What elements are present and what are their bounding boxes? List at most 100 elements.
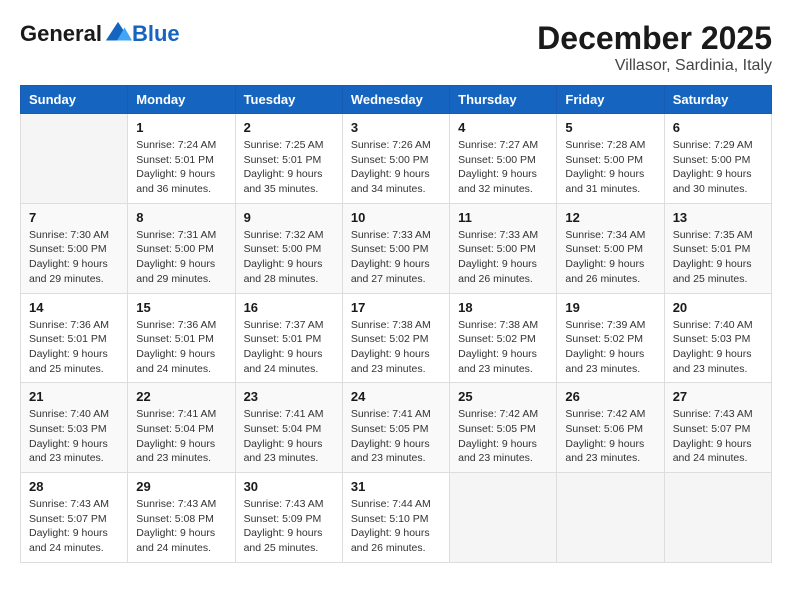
day-info: Sunrise: 7:37 AMSunset: 5:01 PMDaylight:… — [244, 318, 334, 377]
day-number: 21 — [29, 389, 119, 404]
calendar-header-thursday: Thursday — [450, 86, 557, 114]
calendar-week-row: 28 Sunrise: 7:43 AMSunset: 5:07 PMDayligh… — [21, 473, 772, 563]
page-header: General Blue December 2025 Villasor, Sar… — [20, 20, 772, 75]
day-info: Sunrise: 7:28 AMSunset: 5:00 PMDaylight:… — [565, 138, 655, 197]
logo-blue-text: Blue — [132, 21, 180, 47]
calendar-cell: 26 Sunrise: 7:42 AMSunset: 5:06 PMDayligh… — [557, 383, 664, 473]
calendar-cell: 22 Sunrise: 7:41 AMSunset: 5:04 PMDayligh… — [128, 383, 235, 473]
day-number: 26 — [565, 389, 655, 404]
day-number: 25 — [458, 389, 548, 404]
day-info: Sunrise: 7:42 AMSunset: 5:05 PMDaylight:… — [458, 407, 548, 466]
day-info: Sunrise: 7:36 AMSunset: 5:01 PMDaylight:… — [29, 318, 119, 377]
day-info: Sunrise: 7:33 AMSunset: 5:00 PMDaylight:… — [351, 228, 441, 287]
calendar-cell: 6 Sunrise: 7:29 AMSunset: 5:00 PMDaylight… — [664, 114, 771, 204]
day-info: Sunrise: 7:32 AMSunset: 5:00 PMDaylight:… — [244, 228, 334, 287]
calendar-cell: 8 Sunrise: 7:31 AMSunset: 5:00 PMDaylight… — [128, 203, 235, 293]
day-number: 23 — [244, 389, 334, 404]
day-number: 18 — [458, 300, 548, 315]
day-number: 14 — [29, 300, 119, 315]
day-info: Sunrise: 7:26 AMSunset: 5:00 PMDaylight:… — [351, 138, 441, 197]
day-number: 4 — [458, 120, 548, 135]
day-number: 30 — [244, 479, 334, 494]
day-info: Sunrise: 7:41 AMSunset: 5:05 PMDaylight:… — [351, 407, 441, 466]
logo-icon — [104, 20, 132, 48]
day-info: Sunrise: 7:30 AMSunset: 5:00 PMDaylight:… — [29, 228, 119, 287]
day-info: Sunrise: 7:43 AMSunset: 5:08 PMDaylight:… — [136, 497, 226, 556]
calendar-header-sunday: Sunday — [21, 86, 128, 114]
calendar-week-row: 7 Sunrise: 7:30 AMSunset: 5:00 PMDaylight… — [21, 203, 772, 293]
day-number: 22 — [136, 389, 226, 404]
day-info: Sunrise: 7:38 AMSunset: 5:02 PMDaylight:… — [458, 318, 548, 377]
day-number: 8 — [136, 210, 226, 225]
calendar-cell: 16 Sunrise: 7:37 AMSunset: 5:01 PMDayligh… — [235, 293, 342, 383]
day-info: Sunrise: 7:35 AMSunset: 5:01 PMDaylight:… — [673, 228, 763, 287]
calendar-cell: 28 Sunrise: 7:43 AMSunset: 5:07 PMDayligh… — [21, 473, 128, 563]
day-info: Sunrise: 7:40 AMSunset: 5:03 PMDaylight:… — [673, 318, 763, 377]
day-info: Sunrise: 7:41 AMSunset: 5:04 PMDaylight:… — [136, 407, 226, 466]
day-number: 13 — [673, 210, 763, 225]
calendar-header-row: SundayMondayTuesdayWednesdayThursdayFrid… — [21, 86, 772, 114]
calendar-header-tuesday: Tuesday — [235, 86, 342, 114]
calendar-cell: 29 Sunrise: 7:43 AMSunset: 5:08 PMDayligh… — [128, 473, 235, 563]
day-number: 10 — [351, 210, 441, 225]
day-info: Sunrise: 7:34 AMSunset: 5:00 PMDaylight:… — [565, 228, 655, 287]
day-number: 20 — [673, 300, 763, 315]
day-info: Sunrise: 7:24 AMSunset: 5:01 PMDaylight:… — [136, 138, 226, 197]
calendar-cell: 24 Sunrise: 7:41 AMSunset: 5:05 PMDayligh… — [342, 383, 449, 473]
calendar-cell: 17Sunrise: 7:38 AMSunset: 5:02 PMDayligh… — [342, 293, 449, 383]
calendar-cell: 5 Sunrise: 7:28 AMSunset: 5:00 PMDaylight… — [557, 114, 664, 204]
calendar-cell: 11Sunrise: 7:33 AMSunset: 5:00 PMDayligh… — [450, 203, 557, 293]
calendar-cell: 20 Sunrise: 7:40 AMSunset: 5:03 PMDayligh… — [664, 293, 771, 383]
calendar-cell: 27 Sunrise: 7:43 AMSunset: 5:07 PMDayligh… — [664, 383, 771, 473]
day-info: Sunrise: 7:41 AMSunset: 5:04 PMDaylight:… — [244, 407, 334, 466]
day-info: Sunrise: 7:27 AMSunset: 5:00 PMDaylight:… — [458, 138, 548, 197]
day-number: 3 — [351, 120, 441, 135]
calendar-table: SundayMondayTuesdayWednesdayThursdayFrid… — [20, 85, 772, 563]
day-info: Sunrise: 7:36 AMSunset: 5:01 PMDaylight:… — [136, 318, 226, 377]
calendar-cell: 13 Sunrise: 7:35 AMSunset: 5:01 PMDayligh… — [664, 203, 771, 293]
calendar-cell: 3 Sunrise: 7:26 AMSunset: 5:00 PMDaylight… — [342, 114, 449, 204]
calendar-cell — [450, 473, 557, 563]
calendar-cell: 9 Sunrise: 7:32 AMSunset: 5:00 PMDaylight… — [235, 203, 342, 293]
day-number: 29 — [136, 479, 226, 494]
calendar-header-saturday: Saturday — [664, 86, 771, 114]
day-number: 31 — [351, 479, 441, 494]
day-info: Sunrise: 7:43 AMSunset: 5:07 PMDaylight:… — [673, 407, 763, 466]
day-number: 16 — [244, 300, 334, 315]
calendar-cell: 21Sunrise: 7:40 AMSunset: 5:03 PMDayligh… — [21, 383, 128, 473]
day-number: 7 — [29, 210, 119, 225]
calendar-cell: 19Sunrise: 7:39 AMSunset: 5:02 PMDayligh… — [557, 293, 664, 383]
calendar-cell: 12 Sunrise: 7:34 AMSunset: 5:00 PMDayligh… — [557, 203, 664, 293]
day-number: 1 — [136, 120, 226, 135]
calendar-cell — [664, 473, 771, 563]
day-info: Sunrise: 7:43 AMSunset: 5:07 PMDaylight:… — [29, 497, 119, 556]
calendar-header-wednesday: Wednesday — [342, 86, 449, 114]
day-number: 2 — [244, 120, 334, 135]
day-number: 24 — [351, 389, 441, 404]
calendar-cell: 15Sunrise: 7:36 AMSunset: 5:01 PMDayligh… — [128, 293, 235, 383]
calendar-cell: 30Sunrise: 7:43 AMSunset: 5:09 PMDayligh… — [235, 473, 342, 563]
day-number: 11 — [458, 210, 548, 225]
day-number: 12 — [565, 210, 655, 225]
logo-general-text: General — [20, 21, 102, 47]
day-number: 5 — [565, 120, 655, 135]
day-number: 17 — [351, 300, 441, 315]
calendar-cell: 7 Sunrise: 7:30 AMSunset: 5:00 PMDaylight… — [21, 203, 128, 293]
day-info: Sunrise: 7:25 AMSunset: 5:01 PMDaylight:… — [244, 138, 334, 197]
day-info: Sunrise: 7:29 AMSunset: 5:00 PMDaylight:… — [673, 138, 763, 197]
calendar-cell: 18 Sunrise: 7:38 AMSunset: 5:02 PMDayligh… — [450, 293, 557, 383]
title-block: December 2025 Villasor, Sardinia, Italy — [537, 20, 772, 75]
calendar-cell: 1 Sunrise: 7:24 AMSunset: 5:01 PMDaylight… — [128, 114, 235, 204]
calendar-cell: 10 Sunrise: 7:33 AMSunset: 5:00 PMDayligh… — [342, 203, 449, 293]
day-number: 28 — [29, 479, 119, 494]
calendar-cell: 25 Sunrise: 7:42 AMSunset: 5:05 PMDayligh… — [450, 383, 557, 473]
day-number: 9 — [244, 210, 334, 225]
day-number: 6 — [673, 120, 763, 135]
calendar-cell: 23 Sunrise: 7:41 AMSunset: 5:04 PMDayligh… — [235, 383, 342, 473]
day-info: Sunrise: 7:42 AMSunset: 5:06 PMDaylight:… — [565, 407, 655, 466]
day-info: Sunrise: 7:31 AMSunset: 5:00 PMDaylight:… — [136, 228, 226, 287]
month-title: December 2025 — [537, 20, 772, 57]
day-number: 27 — [673, 389, 763, 404]
day-info: Sunrise: 7:44 AMSunset: 5:10 PMDaylight:… — [351, 497, 441, 556]
calendar-cell: 14 Sunrise: 7:36 AMSunset: 5:01 PMDayligh… — [21, 293, 128, 383]
